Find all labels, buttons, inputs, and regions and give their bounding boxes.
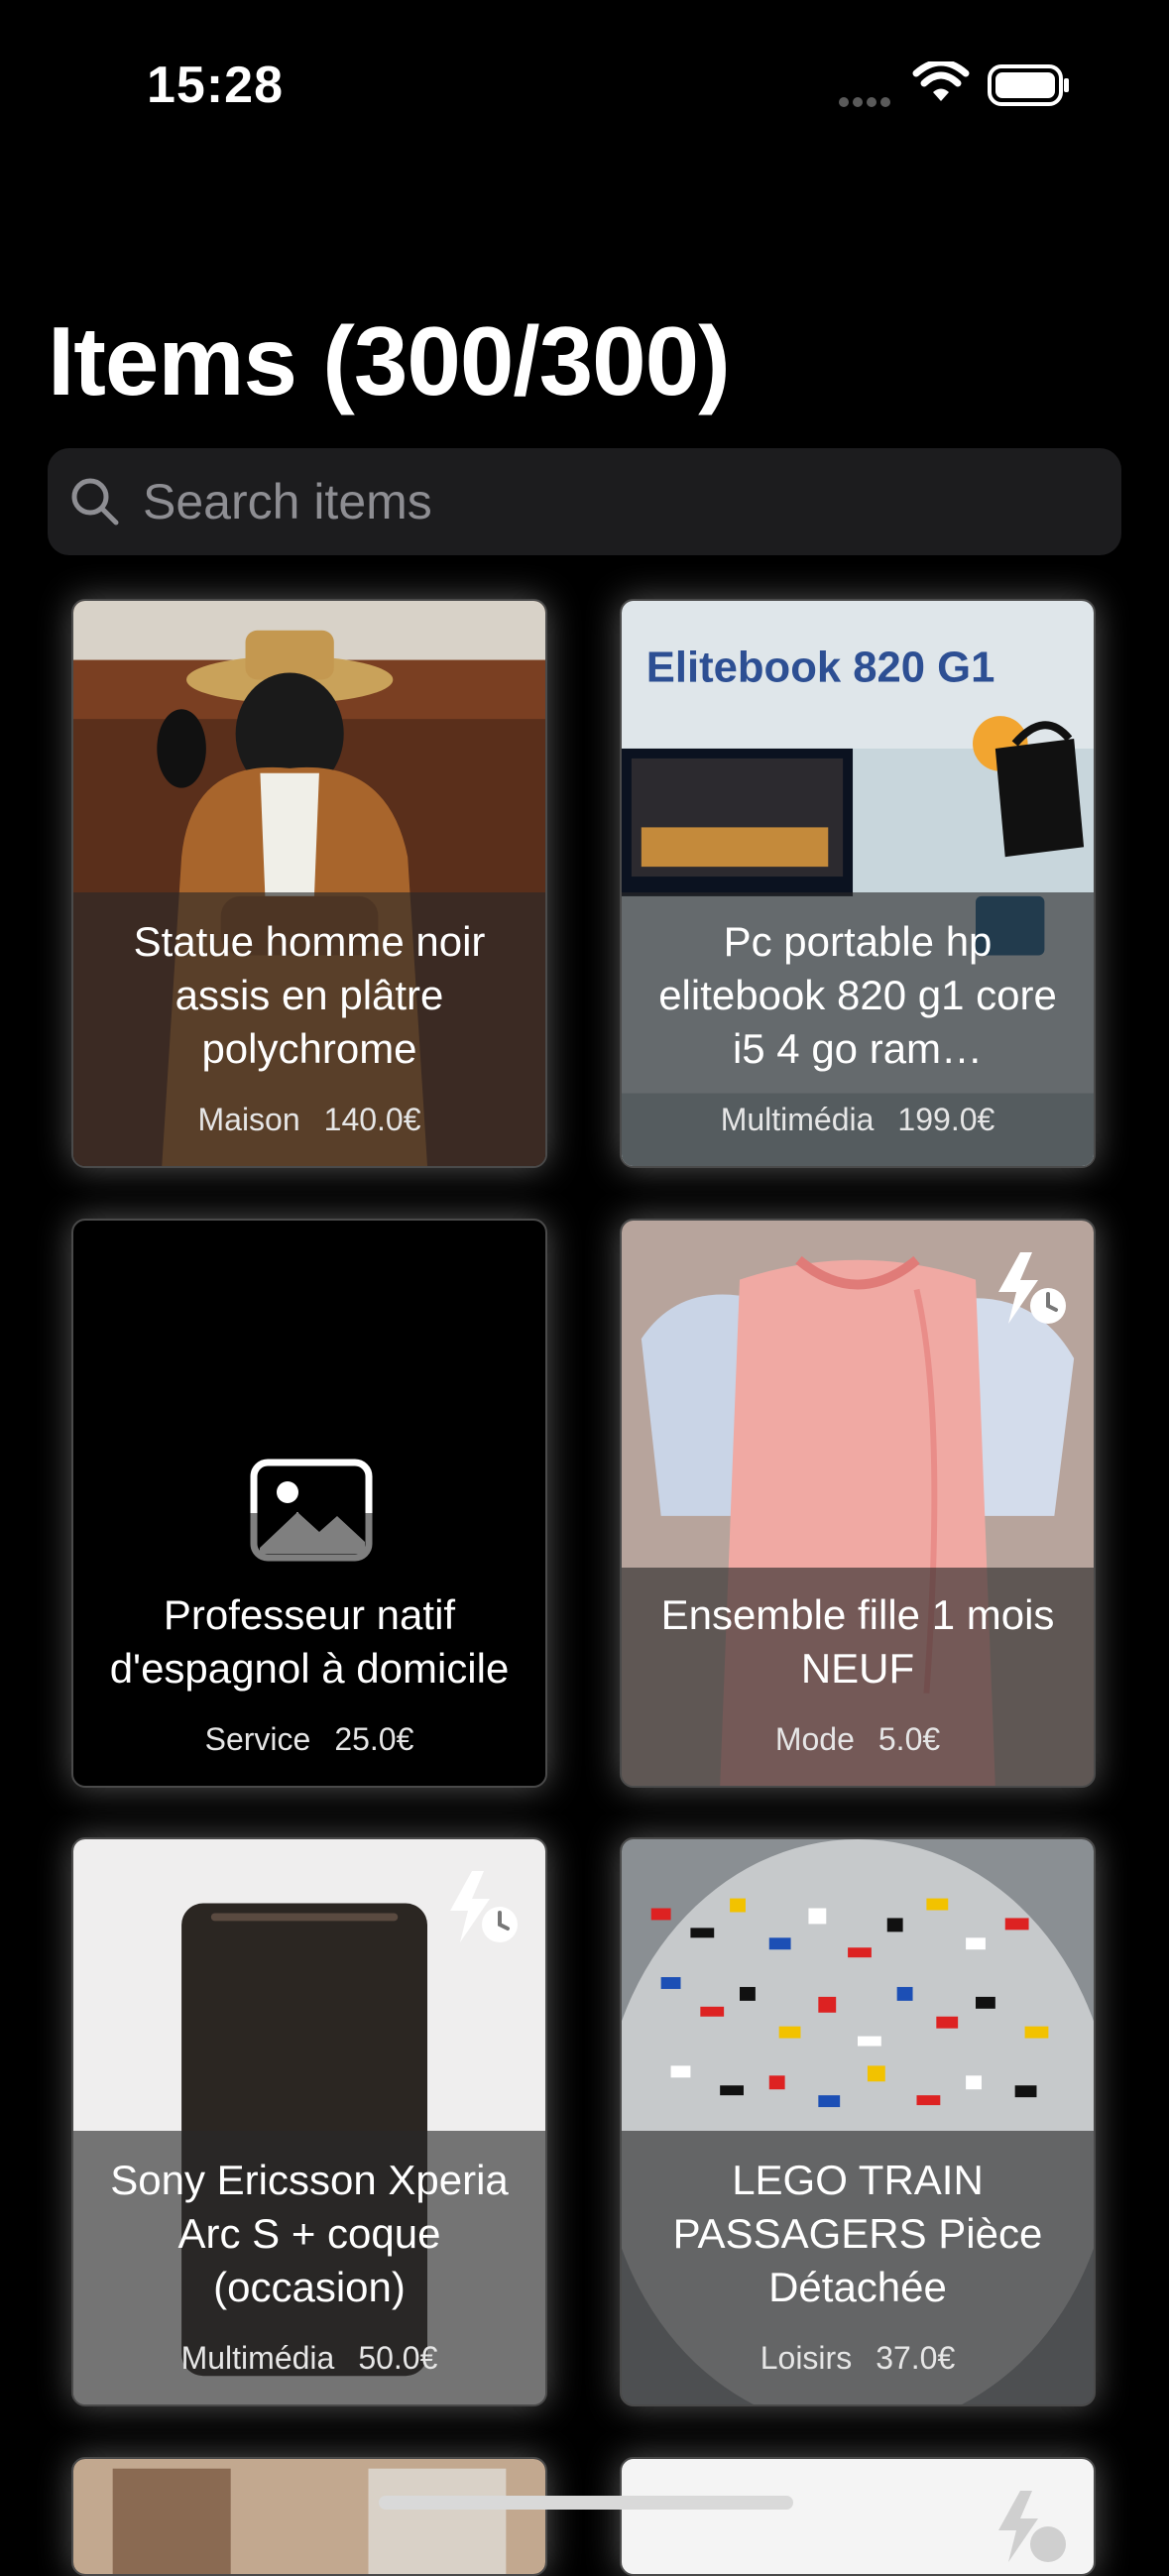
status-bar: 15:28: [0, 0, 1169, 159]
item-info: Ensemble fille 1 mois NEUF Mode 5.0€: [622, 1568, 1094, 1786]
item-card[interactable]: Ensemble fille 1 mois NEUF Mode 5.0€: [620, 1219, 1096, 1788]
boost-icon: [998, 2491, 1066, 2562]
boost-icon: [450, 1871, 518, 1942]
item-info: Statue homme noir assis en plâtre polych…: [73, 892, 545, 1166]
search-bar[interactable]: Search items: [48, 448, 1121, 555]
item-price: 199.0€: [897, 1102, 995, 1137]
item-category: Multimédia: [180, 2340, 335, 2376]
item-info: Pc portable hp elitebook 820 g1 core i5 …: [622, 892, 1094, 1166]
search-icon: [71, 478, 119, 526]
item-category: Mode: [774, 1721, 855, 1757]
wifi-icon: [912, 61, 970, 101]
item-info: Professeur natif d'espagnol à domicile S…: [73, 1513, 545, 1786]
item-card[interactable]: [71, 2457, 547, 2576]
item-card[interactable]: Elitebook 820 G1 Pc portable hp eliteboo…: [620, 599, 1096, 1168]
item-price: 5.0€: [877, 1721, 941, 1757]
item-price: 25.0€: [334, 1721, 414, 1757]
item-category: Maison: [197, 1102, 300, 1137]
item-card[interactable]: Sony Ericsson Xperia Arc S + coque (occa…: [71, 1837, 547, 2406]
item-price: 50.0€: [358, 2340, 438, 2376]
item-category: Loisirs: [760, 2340, 853, 2376]
home-indicator[interactable]: [379, 2496, 793, 2510]
status-time: 15:28: [147, 57, 284, 114]
item-image: [73, 2459, 545, 2574]
item-card[interactable]: LEGO TRAIN PASSAGERS Pièce Détachée Lois…: [620, 1837, 1096, 2406]
item-title: Pc portable hp elitebook 820 g1 core i5 …: [658, 918, 1057, 1072]
item-category: Service: [204, 1721, 311, 1757]
item-info: Sony Ericsson Xperia Arc S + coque (occa…: [73, 2131, 545, 2404]
item-title: Ensemble fille 1 mois NEUF: [660, 1591, 1055, 1692]
item-title: Statue homme noir assis en plâtre polych…: [133, 918, 486, 1072]
battery-icon: [988, 64, 1069, 106]
item-category: Multimédia: [720, 1102, 875, 1137]
item-title: Sony Ericsson Xperia Arc S + coque (occa…: [110, 2157, 509, 2310]
svg-text:Elitebook 820 G1: Elitebook 820 G1: [646, 643, 995, 691]
item-info: LEGO TRAIN PASSAGERS Pièce Détachée Lois…: [622, 2131, 1094, 2404]
boost-icon: [998, 1252, 1066, 1324]
item-card[interactable]: Professeur natif d'espagnol à domicile S…: [71, 1219, 547, 1788]
item-title: LEGO TRAIN PASSAGERS Pièce Détachée: [672, 2157, 1043, 2310]
cellular-signal-icon: [839, 94, 894, 112]
item-card[interactable]: [620, 2457, 1096, 2576]
item-card[interactable]: Statue homme noir assis en plâtre polych…: [71, 599, 547, 1168]
item-price: 37.0€: [876, 2340, 956, 2376]
page-title: Items (300/300): [48, 306, 731, 415]
item-title: Professeur natif d'espagnol à domicile: [109, 1591, 510, 1692]
item-price: 140.0€: [323, 1102, 421, 1137]
search-input[interactable]: Search items: [143, 473, 432, 530]
